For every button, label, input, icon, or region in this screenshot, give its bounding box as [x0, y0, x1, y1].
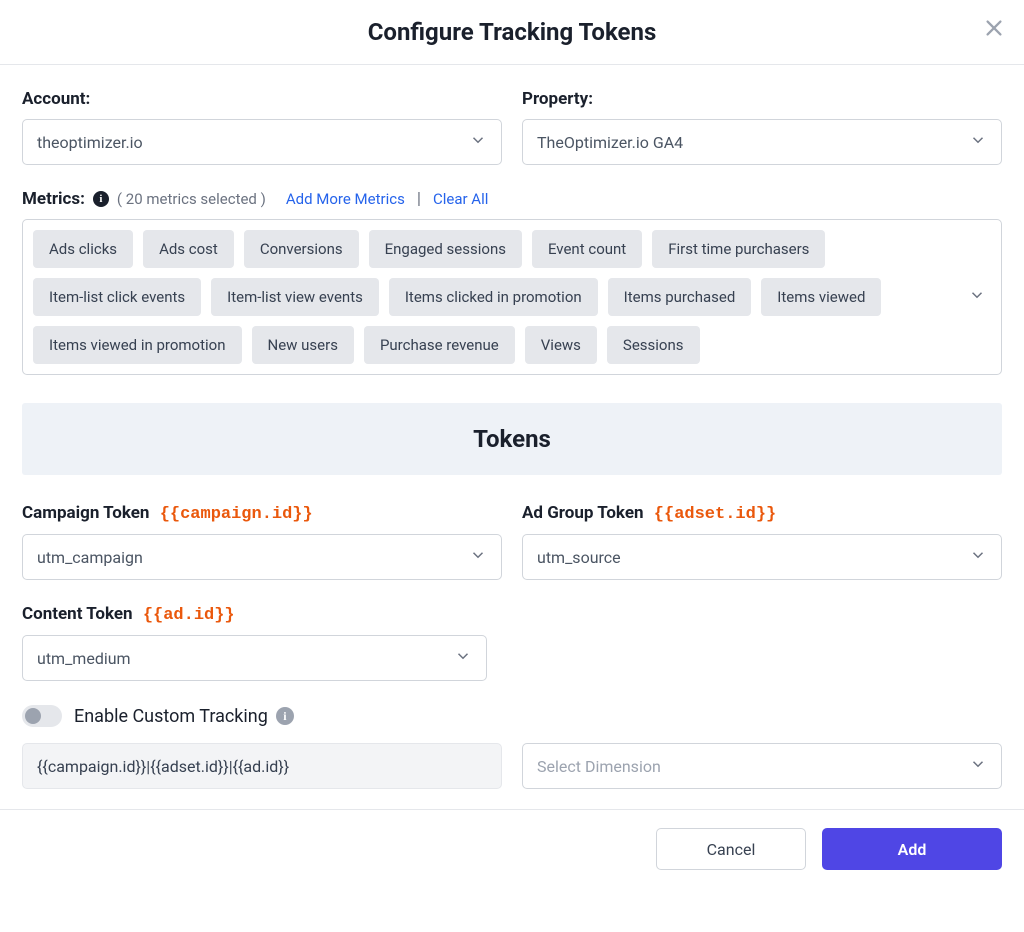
metric-chip[interactable]: Engaged sessions [369, 230, 522, 268]
campaign-token-select[interactable]: utm_campaign [22, 534, 502, 580]
metrics-chips-container: Ads clicks Ads cost Conversions Engaged ses… [33, 230, 943, 364]
account-label: Account: [22, 89, 502, 109]
metric-chip[interactable]: Purchase revenue [364, 326, 515, 364]
chevron-down-icon [969, 131, 987, 153]
info-icon[interactable]: i [93, 191, 109, 207]
metrics-label: Metrics: [22, 189, 85, 209]
custom-tracking-template-input: {{campaign.id}}|{{adset.id}}|{{ad.id}} [22, 743, 502, 789]
metrics-box: Ads clicks Ads cost Conversions Engaged ses… [22, 219, 1002, 375]
metric-chip[interactable]: Conversions [244, 230, 359, 268]
chevron-down-icon [454, 647, 472, 669]
chevron-down-icon [968, 286, 986, 308]
metric-chip[interactable]: New users [252, 326, 354, 364]
clear-all-link[interactable]: Clear All [433, 190, 488, 208]
account-value: theoptimizer.io [37, 133, 143, 152]
property-select[interactable]: TheOptimizer.io GA4 [522, 119, 1002, 165]
metric-chip[interactable]: Items clicked in promotion [389, 278, 598, 316]
cancel-button[interactable]: Cancel [656, 828, 806, 870]
dialog-header: Configure Tracking Tokens [0, 0, 1024, 65]
chevron-down-icon [969, 755, 987, 777]
metric-chip[interactable]: Items purchased [608, 278, 752, 316]
metric-chip[interactable]: Items viewed [761, 278, 881, 316]
divider: | [417, 189, 421, 209]
tokens-section-header: Tokens [22, 403, 1002, 475]
chevron-down-icon [469, 546, 487, 568]
metric-chip[interactable]: Ads clicks [33, 230, 133, 268]
content-token-select[interactable]: utm_medium [22, 635, 487, 681]
enable-custom-tracking-label: Enable Custom Tracking i [74, 706, 294, 727]
content-token-hint: {{ad.id}} [143, 606, 235, 625]
metric-chip[interactable]: Item-list click events [33, 278, 201, 316]
close-icon [983, 17, 1005, 43]
add-more-metrics-link[interactable]: Add More Metrics [286, 190, 405, 208]
toggle-knob [25, 708, 41, 724]
info-icon[interactable]: i [276, 707, 294, 725]
content-token-value: utm_medium [37, 649, 131, 668]
add-button[interactable]: Add [822, 828, 1002, 870]
close-button[interactable] [980, 16, 1008, 44]
chevron-down-icon [969, 546, 987, 568]
chevron-down-icon [469, 131, 487, 153]
campaign-token-value: utm_campaign [37, 548, 143, 567]
metric-chip[interactable]: First time purchasers [652, 230, 825, 268]
dialog-body: Account: theoptimizer.io Property: TheOp… [0, 65, 1024, 809]
property-value: TheOptimizer.io GA4 [537, 133, 683, 152]
metric-chip[interactable]: Views [525, 326, 597, 364]
campaign-token-label: Campaign Token {{campaign.id}} [22, 503, 502, 524]
adgroup-token-select[interactable]: utm_source [522, 534, 1002, 580]
metrics-count: ( 20 metrics selected ) [117, 190, 266, 208]
content-token-label: Content Token {{ad.id}} [22, 604, 502, 625]
metrics-header: Metrics: i ( 20 metrics selected ) Add M… [22, 189, 1002, 209]
adgroup-token-value: utm_source [537, 548, 621, 567]
campaign-token-hint: {{campaign.id}} [160, 505, 313, 524]
account-select[interactable]: theoptimizer.io [22, 119, 502, 165]
metric-chip[interactable]: Sessions [607, 326, 700, 364]
metric-chip[interactable]: Ads cost [143, 230, 234, 268]
metric-chip[interactable]: Item-list view events [211, 278, 379, 316]
adgroup-token-hint: {{adset.id}} [654, 505, 776, 524]
property-label: Property: [522, 89, 1002, 109]
select-dimension-placeholder: Select Dimension [537, 757, 661, 776]
dialog-footer: Cancel Add [0, 809, 1024, 888]
metrics-expand-toggle[interactable] [953, 220, 1001, 374]
dialog-title: Configure Tracking Tokens [368, 18, 657, 46]
metrics-chips-scroll[interactable]: Ads clicks Ads cost Conversions Engaged ses… [23, 220, 953, 374]
select-dimension-dropdown[interactable]: Select Dimension [522, 743, 1002, 789]
metric-chip[interactable]: Event count [532, 230, 642, 268]
adgroup-token-label: Ad Group Token {{adset.id}} [522, 503, 1002, 524]
metric-chip[interactable]: Items viewed in promotion [33, 326, 242, 364]
enable-custom-tracking-toggle[interactable] [22, 705, 62, 727]
